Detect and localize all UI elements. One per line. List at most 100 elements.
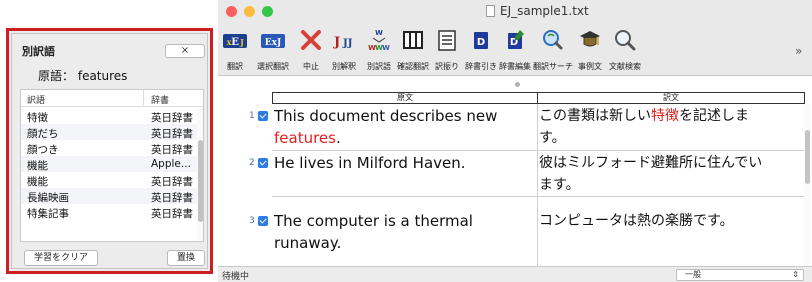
document-scrollbar[interactable] [804, 104, 811, 266]
toolbar: E J x 翻訳 ExJ 選択翻訳 中止 J JJ 別解釈 W W W W 別訳… [218, 22, 812, 76]
toolbar-translate-button[interactable]: E J x 翻訳 [222, 22, 248, 76]
candidate-row[interactable]: 特集記事 英日辞書 [21, 204, 197, 220]
toolbar-label: 別訳語 [367, 62, 391, 71]
candidate-row[interactable]: 特徴 英日辞書 [21, 108, 197, 124]
candidate-term: 機能 [27, 176, 48, 188]
candidate-term: 特集記事 [27, 208, 69, 220]
zoom-window-button[interactable] [262, 6, 273, 17]
toolbar-overflow-button[interactable]: » [795, 44, 802, 58]
candidate-row[interactable]: 顔つき 英日辞書 [21, 140, 197, 156]
toolbar-label: 翻訳サーチ [533, 62, 573, 71]
column-divider [143, 90, 144, 107]
panel-body: 別訳語 × 原語： features 訳語 辞書 特徴 英日辞書 顔だち 英日辞 [11, 33, 208, 269]
toolbar-label: 辞書編集 [499, 62, 531, 71]
interlinear-icon [438, 30, 456, 51]
target-text[interactable]: 彼はミルフォード避難所に住んでい ます。 [539, 152, 805, 196]
source-text[interactable]: He lives in Milford Haven. [274, 152, 530, 174]
source-text-part: runaway. [274, 234, 342, 252]
candidate-row[interactable]: 機能 Apple... [21, 156, 197, 172]
clear-learning-button[interactable]: 学習をクリア [24, 250, 98, 266]
candidate-dictionary: 英日辞書 [151, 176, 193, 188]
document-icon [486, 5, 495, 17]
scrollbar-thumb[interactable] [198, 140, 203, 222]
target-text-part: を記述しま [679, 108, 749, 124]
toolbar-label: 確認翻訳 [397, 62, 429, 71]
row-checkbox[interactable] [258, 216, 268, 226]
toolbar-label: 文献検索 [609, 62, 641, 71]
toolbar-selection-translate-button[interactable]: ExJ 選択翻訳 [257, 22, 289, 76]
panel-title: 別訳語 [22, 45, 55, 58]
highlighted-source-word[interactable]: features [274, 129, 336, 147]
toolbar-label: 選択翻訳 [257, 62, 289, 71]
translation-search-icon [543, 30, 563, 50]
svg-text:D: D [477, 37, 485, 48]
toolbar-label: 別解釈 [332, 62, 356, 71]
svg-text:J: J [333, 35, 340, 50]
toolbar-translation-search-button[interactable]: 翻訳サーチ [533, 22, 573, 76]
highlighted-target-word[interactable]: 特徴 [651, 108, 679, 124]
column-header-dictionary[interactable]: 辞書 [151, 93, 169, 106]
sentence-row[interactable]: 2 He lives in Milford Haven. 彼はミルフォード避難所… [218, 151, 803, 196]
svg-text:JJ: JJ [342, 38, 353, 49]
candidate-term: 長編映画 [27, 192, 69, 204]
source-text-part: . [335, 129, 341, 147]
svg-text:W: W [375, 29, 383, 37]
row-number: 2 [249, 158, 255, 168]
target-text[interactable]: この書類は新しい特徴を記述しま す。 [539, 105, 805, 149]
stop-icon [301, 30, 321, 50]
column-header-translation[interactable]: 訳語 [27, 93, 45, 106]
row-checkbox[interactable] [258, 111, 268, 121]
target-text[interactable]: コンピュータは熱の楽勝です。 [539, 210, 805, 232]
svg-text:E: E [231, 37, 239, 48]
target-text-part: ます。 [539, 177, 580, 193]
alternate-translation-icon: W W W W [368, 29, 390, 52]
candidate-term: 機能 [27, 160, 48, 172]
toolbar-example-sentence-button[interactable]: 事例文 [577, 22, 603, 76]
replace-button[interactable]: 置換 [167, 250, 205, 266]
toolbar-label: 訳振り [435, 62, 459, 71]
toolbar-alternate-translation-button[interactable]: W W W W 別訳語 [366, 22, 392, 76]
source-text[interactable]: This document describes new features. [274, 105, 530, 149]
toolbar-confirm-translate-button[interactable]: 確認翻訳 [397, 22, 429, 76]
main-window: EJ_sample1.txt E J x 翻訳 ExJ 選択翻訳 中止 J JJ… [218, 0, 812, 282]
candidate-row[interactable]: 機能 英日辞書 [21, 172, 197, 188]
minimize-window-button[interactable] [244, 6, 255, 17]
close-window-button[interactable] [226, 6, 237, 17]
column-header-source[interactable]: 原文 [272, 92, 538, 104]
literature-search-icon [615, 30, 636, 51]
scrollbar-thumb[interactable] [805, 130, 810, 184]
close-button[interactable]: × [165, 44, 205, 58]
dictionary-lookup-icon: D [474, 32, 488, 49]
row-checkbox[interactable] [258, 158, 268, 168]
split-handle[interactable] [515, 82, 520, 87]
toolbar-label: 事例文 [578, 62, 602, 71]
candidate-term: 顔つき [27, 144, 59, 156]
field-select[interactable]: 一般 ⇕ [676, 269, 804, 281]
toolbar-dictionary-edit-button[interactable]: D 辞書編集 [499, 22, 531, 76]
toolbar-stop-button[interactable]: 中止 [298, 22, 324, 76]
selection-translate-icon: ExJ [261, 34, 285, 48]
column-header-target[interactable]: 訳文 [537, 92, 805, 104]
candidate-row[interactable]: 顔だち 英日辞書 [21, 124, 197, 140]
source-label: 原語： [38, 69, 75, 83]
toolbar-alternate-interpretation-button[interactable]: J JJ 別解釈 [330, 22, 358, 76]
source-text-part: The computer is a thermal [274, 212, 473, 230]
candidate-list-scrollbar[interactable] [197, 108, 203, 241]
sentence-row[interactable]: 1 This document describes new features. … [218, 104, 803, 150]
candidate-term: 顔だち [27, 128, 59, 140]
candidate-list-header: 訳語 辞書 [21, 90, 203, 107]
candidate-row[interactable]: 長編映画 英日辞書 [21, 188, 197, 204]
confirm-translate-icon [403, 31, 423, 49]
candidate-list[interactable]: 訳語 辞書 特徴 英日辞書 顔だち 英日辞書 顔つき 英日辞書 機能 Apple… [20, 89, 204, 242]
candidate-dictionary: 英日辞書 [151, 144, 193, 156]
field-select-value: 一般 [685, 270, 701, 279]
source-text[interactable]: The computer is a thermal runaway. [274, 210, 530, 254]
target-text-part: 彼はミルフォード避難所に住んでい [539, 155, 763, 171]
row-number: 3 [249, 216, 255, 226]
toolbar-literature-search-button[interactable]: 文献検索 [609, 22, 641, 76]
svg-text:ExJ: ExJ [265, 38, 281, 48]
toolbar-dictionary-lookup-button[interactable]: D 辞書引き [465, 22, 497, 76]
sentence-row[interactable]: 3 The computer is a thermal runaway. コンピ… [218, 197, 803, 265]
toolbar-interlinear-button[interactable]: 訳振り [434, 22, 460, 76]
source-word-line: 原語： features [38, 67, 127, 84]
